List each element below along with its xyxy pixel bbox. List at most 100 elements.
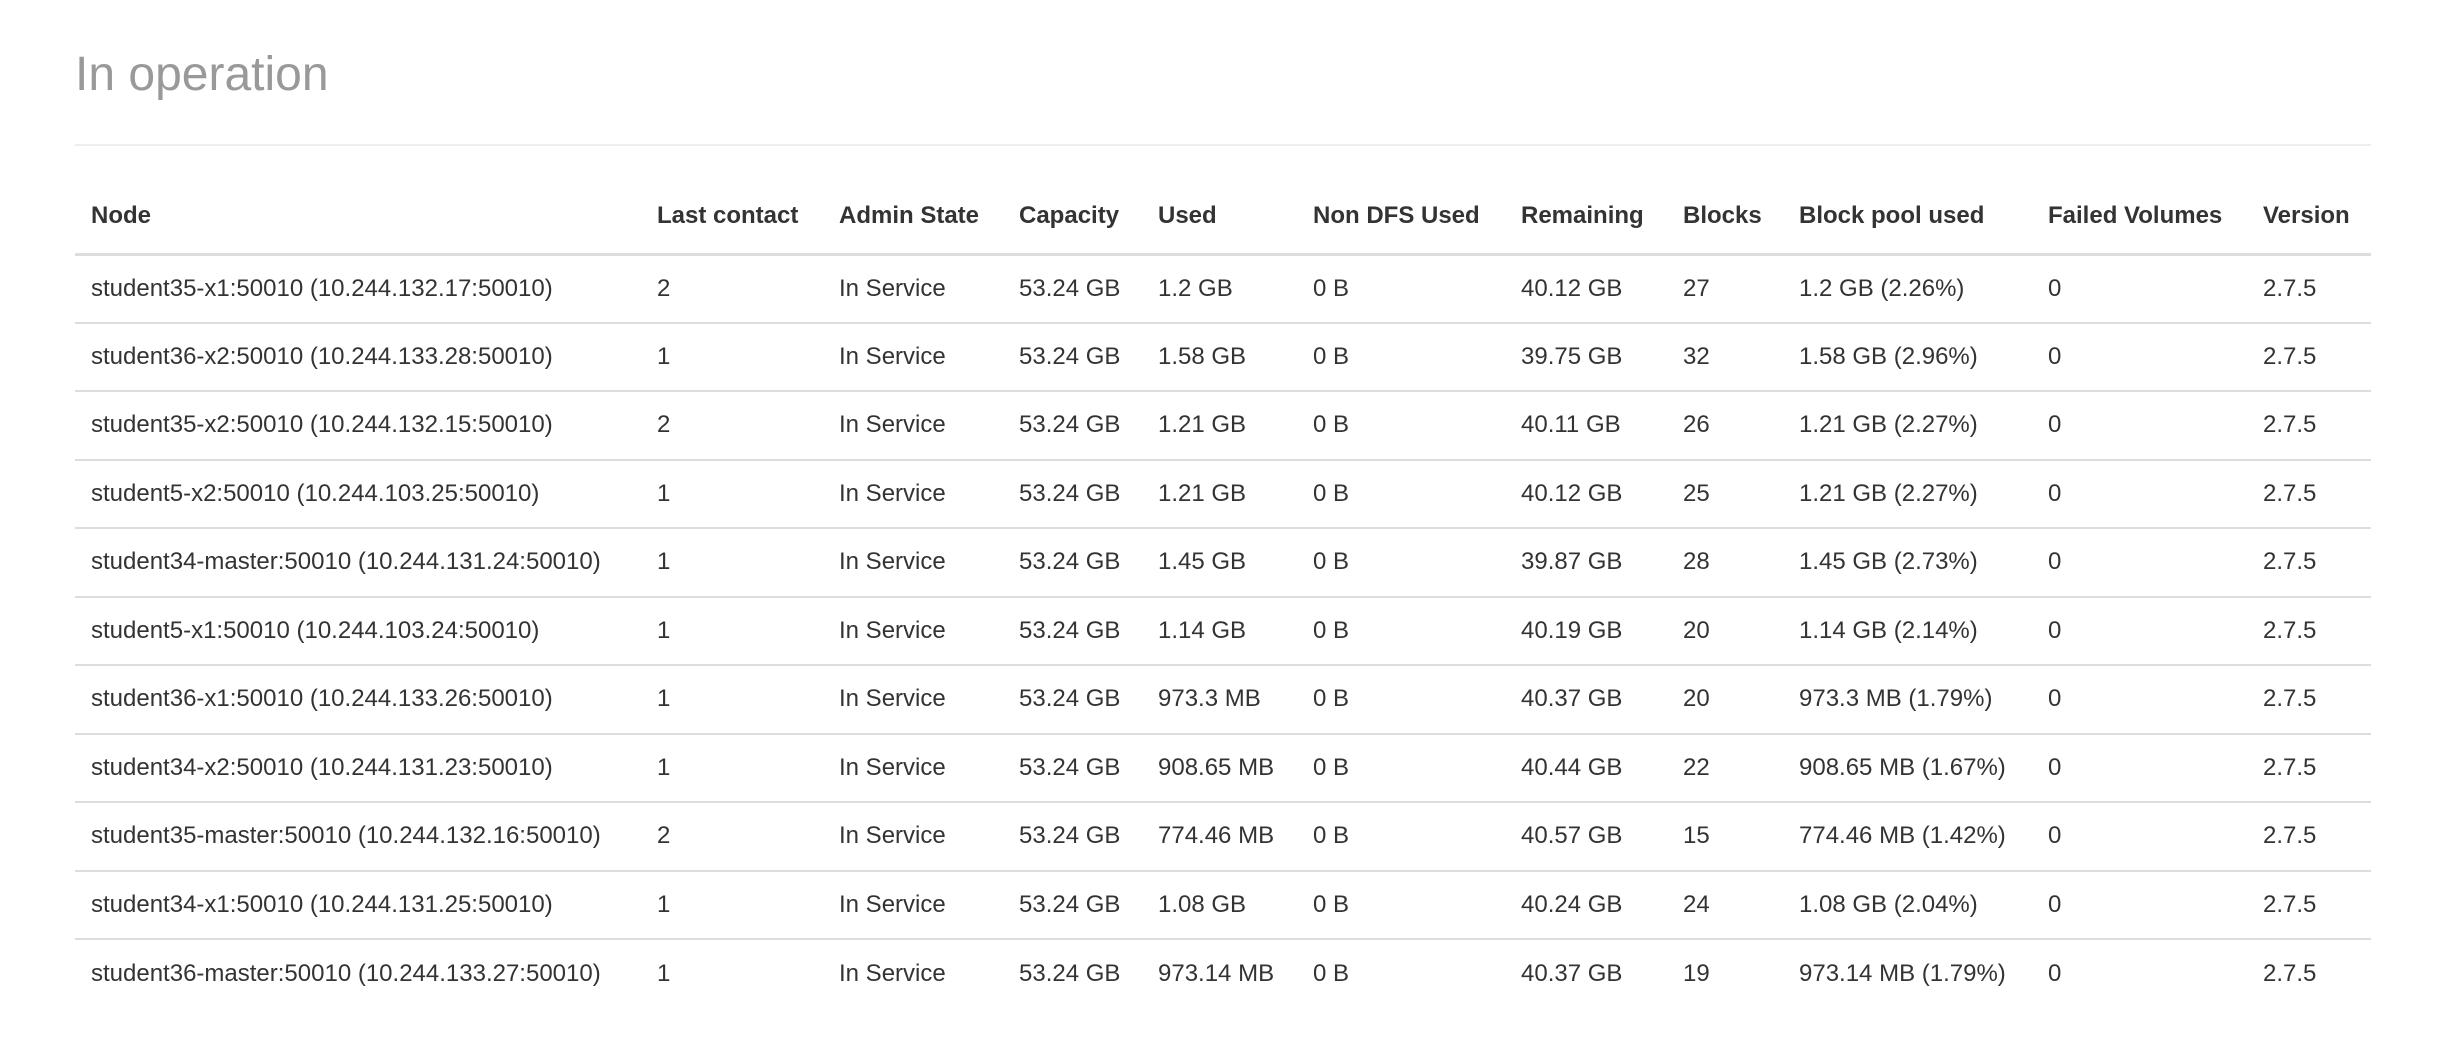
- cell-last-contact: 1: [641, 665, 823, 735]
- table-header-row: Node Last contact Admin State Capacity Used N…: [75, 180, 2371, 256]
- cell-last-contact: 1: [641, 459, 823, 529]
- cell-blocks: 32: [1667, 322, 1783, 392]
- cell-capacity: 53.24 GB: [1003, 870, 1142, 940]
- column-header-capacity: Capacity: [1003, 180, 1142, 256]
- cell-last-contact: 2: [641, 391, 823, 461]
- table-row: student34-x1:50010 (10.244.131.25:50010)…: [75, 870, 2371, 940]
- cell-admin-state: In Service: [823, 322, 1003, 392]
- cell-remaining: 40.11 GB: [1505, 391, 1667, 461]
- cell-last-contact: 1: [641, 322, 823, 392]
- cell-capacity: 53.24 GB: [1003, 596, 1142, 666]
- cell-blocks: 20: [1667, 665, 1783, 735]
- cell-version: 2.7.5: [2247, 459, 2371, 529]
- cell-non-dfs-used: 0 B: [1297, 528, 1505, 598]
- cell-node: student35-x1:50010 (10.244.132.17:50010): [75, 254, 641, 324]
- cell-block-pool-used: 1.21 GB (2.27%): [1783, 459, 2032, 529]
- cell-block-pool-used: 774.46 MB (1.42%): [1783, 802, 2032, 872]
- cell-remaining: 40.24 GB: [1505, 870, 1667, 940]
- cell-last-contact: 1: [641, 596, 823, 666]
- cell-admin-state: In Service: [823, 665, 1003, 735]
- cell-version: 2.7.5: [2247, 596, 2371, 666]
- cell-failed-volumes: 0: [2032, 528, 2247, 598]
- column-header-block-pool-used: Block pool used: [1783, 180, 2032, 256]
- cell-admin-state: In Service: [823, 391, 1003, 461]
- cell-used: 1.08 GB: [1142, 870, 1297, 940]
- table-row: student35-x1:50010 (10.244.132.17:50010)…: [75, 254, 2371, 324]
- cell-used: 1.2 GB: [1142, 254, 1297, 324]
- cell-used: 908.65 MB: [1142, 733, 1297, 803]
- cell-block-pool-used: 1.2 GB (2.26%): [1783, 254, 2032, 324]
- cell-failed-volumes: 0: [2032, 254, 2247, 324]
- cell-used: 1.21 GB: [1142, 391, 1297, 461]
- cell-used: 1.21 GB: [1142, 459, 1297, 529]
- cell-non-dfs-used: 0 B: [1297, 391, 1505, 461]
- cell-capacity: 53.24 GB: [1003, 459, 1142, 529]
- cell-block-pool-used: 1.45 GB (2.73%): [1783, 528, 2032, 598]
- cell-node: student34-master:50010 (10.244.131.24:50…: [75, 528, 641, 598]
- cell-used: 973.3 MB: [1142, 665, 1297, 735]
- cell-non-dfs-used: 0 B: [1313, 959, 1350, 987]
- cell-remaining: 39.75 GB: [1505, 322, 1667, 392]
- column-header-last-contact: Last contact: [641, 180, 823, 256]
- cell-admin-state: In Service: [823, 254, 1003, 324]
- cell-admin-state: In Service: [823, 733, 1003, 803]
- cell-version: 2.7.5: [2247, 528, 2371, 598]
- cell-block-pool-used: 973.14 MB (1.79%): [1799, 959, 2006, 987]
- cell-last-contact: 1: [641, 733, 823, 803]
- cell-capacity: 53.24 GB: [1003, 733, 1142, 803]
- table-row: student5-x1:50010 (10.244.103.24:50010) 1…: [75, 596, 2371, 666]
- cell-non-dfs-used: 0 B: [1297, 733, 1505, 803]
- cell-blocks: 22: [1667, 733, 1783, 803]
- cell-capacity: 53.24 GB: [1003, 391, 1142, 461]
- cell-version: 2.7.5: [2247, 665, 2371, 735]
- cell-version: 2.7.5: [2263, 959, 2317, 987]
- cell-block-pool-used: 1.14 GB (2.14%): [1783, 596, 2032, 666]
- cell-remaining: 40.12 GB: [1505, 254, 1667, 324]
- table-row: student34-x2:50010 (10.244.131.23:50010)…: [75, 733, 2371, 803]
- column-header-non-dfs-used: Non DFS Used: [1297, 180, 1505, 256]
- cell-used: 774.46 MB: [1142, 802, 1297, 872]
- table-row: student36-master:50010 (10.244.133.27:50…: [75, 939, 2371, 1008]
- cell-version: 2.7.5: [2247, 870, 2371, 940]
- cell-used: 1.14 GB: [1142, 596, 1297, 666]
- cell-failed-volumes: 0: [2032, 322, 2247, 392]
- cell-last-contact: 2: [641, 802, 823, 872]
- cell-node: student35-master:50010 (10.244.132.16:50…: [75, 802, 641, 872]
- cell-used: 973.14 MB: [1158, 959, 1275, 987]
- cell-last-contact: 1: [641, 528, 823, 598]
- cell-capacity: 53.24 GB: [1003, 322, 1142, 392]
- cell-last-contact: 1: [657, 959, 671, 987]
- cell-non-dfs-used: 0 B: [1297, 802, 1505, 872]
- table-row: student36-x2:50010 (10.244.133.28:50010)…: [75, 322, 2371, 392]
- cell-node: student34-x1:50010 (10.244.131.25:50010): [75, 870, 641, 940]
- cell-blocks: 24: [1667, 870, 1783, 940]
- cell-non-dfs-used: 0 B: [1297, 459, 1505, 529]
- cell-admin-state: In Service: [823, 459, 1003, 529]
- column-header-remaining: Remaining: [1505, 180, 1667, 256]
- cell-failed-volumes: 0: [2032, 391, 2247, 461]
- cell-last-contact: 2: [641, 254, 823, 324]
- cell-node: student5-x2:50010 (10.244.103.25:50010): [75, 459, 641, 529]
- cell-block-pool-used: 1.58 GB (2.96%): [1783, 322, 2032, 392]
- cell-capacity: 53.24 GB: [1003, 665, 1142, 735]
- column-header-used: Used: [1142, 180, 1297, 256]
- cell-version: 2.7.5: [2247, 322, 2371, 392]
- column-header-version: Version: [2247, 180, 2371, 256]
- cell-version: 2.7.5: [2247, 733, 2371, 803]
- column-header-failed-volumes: Failed Volumes: [2032, 180, 2247, 256]
- column-header-admin-state: Admin State: [823, 180, 1003, 256]
- column-header-node: Node: [75, 180, 641, 256]
- cell-used: 1.45 GB: [1142, 528, 1297, 598]
- cell-node: student36-x1:50010 (10.244.133.26:50010): [75, 665, 641, 735]
- cell-failed-volumes: 0: [2032, 596, 2247, 666]
- table-row: student35-master:50010 (10.244.132.16:50…: [75, 802, 2371, 872]
- cell-remaining: 40.37 GB: [1521, 959, 1623, 987]
- cell-admin-state: In Service: [823, 802, 1003, 872]
- page-header: In operation: [75, 0, 2371, 146]
- cell-blocks: 20: [1667, 596, 1783, 666]
- cell-non-dfs-used: 0 B: [1297, 870, 1505, 940]
- cell-version: 2.7.5: [2247, 254, 2371, 324]
- cell-remaining: 39.87 GB: [1505, 528, 1667, 598]
- cell-admin-state: In Service: [839, 959, 946, 987]
- cell-remaining: 40.57 GB: [1505, 802, 1667, 872]
